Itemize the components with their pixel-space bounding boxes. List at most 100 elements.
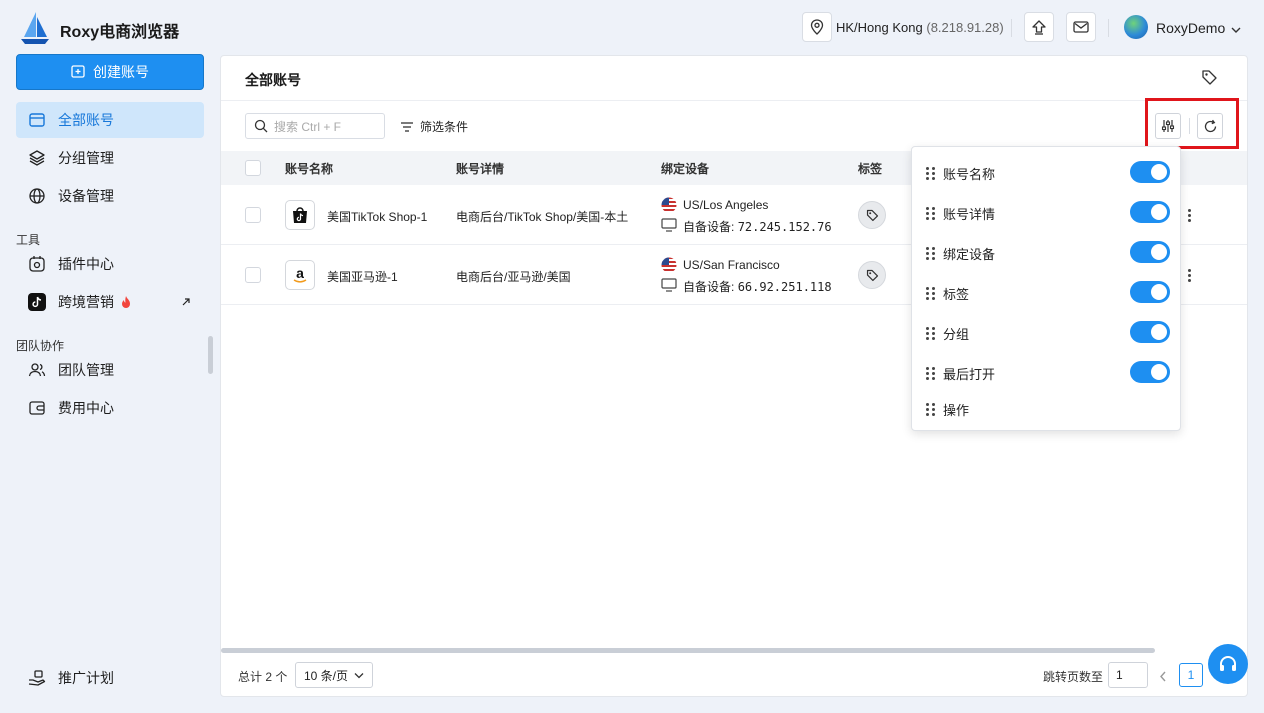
add-tag-button[interactable] [858, 261, 886, 289]
total-count: 总计 2 个 [238, 670, 288, 684]
jump-to-page-label: 跳转页数至 [1043, 670, 1104, 684]
device-label: 自备设备: [683, 220, 735, 234]
drag-handle-icon[interactable] [926, 287, 935, 300]
drag-handle-icon[interactable] [926, 247, 935, 260]
refresh-button[interactable] [1197, 113, 1223, 139]
device-ip: 66.92.251.118 [737, 280, 832, 294]
column-toggle[interactable] [1130, 281, 1170, 303]
filter-icon [401, 121, 413, 132]
column-toggle[interactable] [1130, 201, 1170, 223]
select-all-checkbox[interactable] [245, 160, 261, 176]
globe-icon [29, 188, 45, 204]
messages-button[interactable] [1066, 12, 1096, 42]
add-tag-button[interactable] [858, 201, 886, 229]
svg-text:a: a [296, 265, 304, 281]
create-account-label: 创建账号 [93, 64, 149, 80]
device-location: US/San Francisco [683, 258, 780, 272]
device-ip: 72.245.152.76 [737, 220, 832, 234]
app-logo-icon [20, 11, 50, 45]
column-header-device[interactable]: 绑定设备 [661, 160, 709, 177]
filter-label: 筛选条件 [420, 120, 469, 134]
support-button[interactable] [1208, 644, 1248, 684]
column-header-tags[interactable]: 标签 [858, 160, 882, 177]
mail-icon [1073, 21, 1089, 33]
column-setting-item[interactable]: 标签 [926, 284, 969, 303]
table-horizontal-scrollbar[interactable] [221, 648, 1155, 653]
drag-handle-icon[interactable] [926, 403, 935, 416]
account-name[interactable]: 美国亚马逊-1 [327, 268, 398, 285]
column-setting-item[interactable]: 账号名称 [926, 164, 995, 183]
sidebar-item-referral[interactable]: 推广计划 [16, 660, 204, 696]
column-setting-label: 最后打开 [943, 367, 996, 382]
drag-handle-icon[interactable] [926, 327, 935, 340]
row-checkbox[interactable] [245, 267, 261, 283]
column-toggle[interactable] [1130, 161, 1170, 183]
column-setting-item[interactable]: 账号详情 [926, 204, 995, 223]
column-setting-item[interactable]: 分组 [926, 324, 969, 343]
sidebar-item-all-accounts[interactable]: 全部账号 [16, 102, 204, 138]
upload-button[interactable] [1024, 12, 1054, 42]
tag-icon[interactable] [1201, 69, 1218, 89]
tiktok-shop-icon [285, 200, 315, 230]
page-number-current[interactable]: 1 [1179, 663, 1203, 687]
filter-button[interactable]: 筛选条件 [400, 118, 468, 135]
row-more-icon[interactable] [1188, 209, 1192, 222]
column-setting-item[interactable]: 最后打开 [926, 364, 995, 383]
sidebar-item-devices[interactable]: 设备管理 [16, 178, 204, 214]
avatar[interactable] [1124, 15, 1148, 39]
tag-icon [866, 209, 878, 221]
hand-gift-icon [28, 670, 46, 686]
search-input[interactable]: 搜索 Ctrl + F [245, 113, 385, 139]
column-setting-item[interactable]: 操作 [926, 400, 969, 419]
monitor-icon [661, 278, 677, 295]
sidebar-item-label: 团队管理 [58, 362, 114, 378]
column-toggle[interactable] [1130, 241, 1170, 263]
account-detail: 电商后台/亚马逊/美国 [456, 270, 571, 284]
location-button[interactable] [802, 12, 832, 42]
column-toggle[interactable] [1130, 361, 1170, 383]
device-info: 自备设备: 66.92.251.118 [683, 278, 832, 295]
page-size-value: 10 条/页 [304, 668, 349, 683]
sidebar-scrollbar[interactable] [208, 336, 213, 374]
column-toggle[interactable] [1130, 321, 1170, 343]
drag-handle-icon[interactable] [926, 207, 935, 220]
sidebar-item-label: 设备管理 [58, 188, 114, 204]
page-title: 全部账号 [245, 72, 301, 88]
column-setting-label: 标签 [943, 287, 970, 302]
drag-handle-icon[interactable] [926, 167, 935, 180]
row-checkbox[interactable] [245, 207, 261, 223]
column-header-detail[interactable]: 账号详情 [456, 160, 504, 177]
sidebar-item-groups[interactable]: 分组管理 [16, 140, 204, 176]
users-icon [28, 363, 46, 377]
sidebar-item-label: 分组管理 [58, 150, 114, 166]
column-setting-label: 账号名称 [943, 167, 996, 182]
column-setting-label: 操作 [943, 403, 970, 418]
row-more-icon[interactable] [1188, 269, 1192, 282]
jump-to-page-input[interactable]: 1 [1108, 662, 1148, 688]
chevron-down-icon[interactable] [1231, 22, 1241, 37]
search-placeholder: 搜索 Ctrl + F [274, 119, 342, 134]
device-label: 自备设备: [683, 280, 735, 294]
sidebar-item-plugins[interactable]: 插件中心 [16, 246, 204, 282]
location-ip: (8.218.91.28) [926, 20, 1004, 35]
column-setting-item[interactable]: 绑定设备 [926, 244, 995, 263]
page-size-select[interactable]: 10 条/页 [295, 662, 373, 688]
previous-page-icon[interactable] [1159, 670, 1167, 685]
window-icon [29, 113, 45, 127]
plugin-icon [29, 256, 45, 272]
current-location: HK/Hong Kong (8.218.91.28) [836, 20, 1004, 35]
sidebar-item-billing[interactable]: 费用中心 [16, 390, 204, 426]
sidebar-item-marketing[interactable]: 跨境营销 [16, 284, 204, 320]
create-account-icon [71, 65, 85, 78]
sidebar-item-team[interactable]: 团队管理 [16, 352, 204, 388]
us-flag-icon [661, 197, 677, 216]
amazon-icon: a [285, 260, 315, 290]
search-icon [254, 119, 268, 133]
user-name[interactable]: RoxyDemo [1156, 20, 1225, 36]
column-header-name[interactable]: 账号名称 [285, 160, 333, 177]
account-name[interactable]: 美国TikTok Shop-1 [327, 208, 427, 225]
create-account-button[interactable]: 创建账号 [16, 54, 204, 90]
column-settings-button[interactable] [1155, 113, 1181, 139]
wallet-icon [29, 401, 45, 415]
drag-handle-icon[interactable] [926, 367, 935, 380]
